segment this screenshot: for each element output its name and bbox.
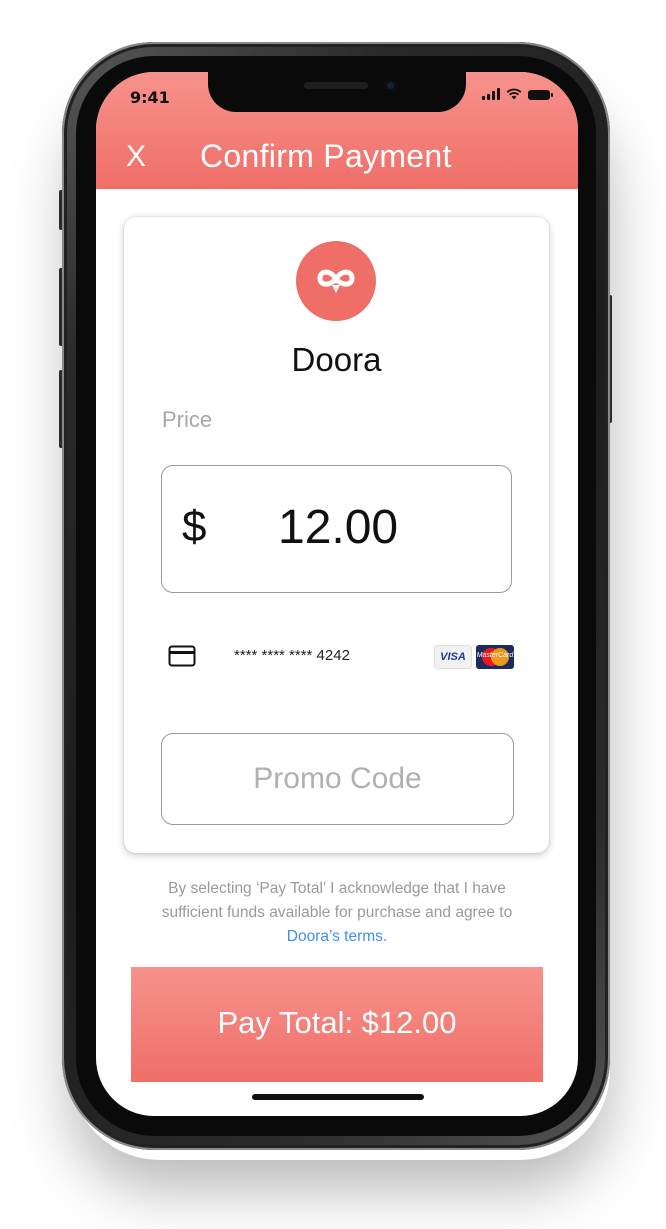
speaker-grille bbox=[304, 82, 368, 89]
price-label: Price bbox=[162, 407, 213, 432]
visa-logo: VISA bbox=[434, 645, 472, 669]
battery-icon bbox=[528, 90, 553, 100]
credit-card-icon bbox=[168, 645, 196, 667]
card-number: **** **** **** 4242 bbox=[234, 647, 350, 664]
merchant-name: Doora bbox=[291, 341, 382, 378]
currency-symbol: $ bbox=[182, 502, 207, 551]
signal-icon bbox=[482, 88, 500, 100]
close-button[interactable]: X bbox=[126, 140, 146, 174]
disclaimer-body: By selecting ‘Pay Total’ I acknowledge t… bbox=[161, 880, 513, 921]
home-indicator[interactable] bbox=[252, 1094, 424, 1100]
page-title: Confirm Payment bbox=[200, 138, 452, 174]
status-time: 9:41 bbox=[130, 88, 170, 107]
price-amount: 12.00 bbox=[278, 501, 399, 554]
notch bbox=[208, 72, 466, 112]
payment-card: Doora Price $ 12.00 **** **** **** 4242 … bbox=[124, 217, 549, 853]
status-icons bbox=[482, 88, 553, 100]
header-bar: 9:41 X Confirm Payment bbox=[96, 72, 578, 189]
phone-screen: 9:41 X Confirm Payment Doora Price $ 12.… bbox=[96, 72, 578, 1116]
wifi-icon bbox=[506, 88, 522, 100]
payment-method-row[interactable]: **** **** **** 4242 VISA MasterCard bbox=[124, 637, 549, 677]
pay-total-button[interactable]: Pay Total: $12.00 bbox=[131, 967, 543, 1082]
infinity-icon bbox=[317, 269, 355, 293]
disclaimer-text: By selecting ‘Pay Total’ I acknowledge t… bbox=[136, 877, 538, 949]
merchant-logo bbox=[296, 241, 376, 321]
price-field[interactable]: $ 12.00 bbox=[161, 465, 512, 593]
front-camera bbox=[384, 79, 397, 92]
mastercard-logo: MasterCard bbox=[476, 645, 514, 669]
terms-link[interactable]: Doora’s terms. bbox=[287, 928, 388, 945]
mockup-stage: 9:41 X Confirm Payment Doora Price $ 12.… bbox=[0, 0, 666, 1229]
promo-code-input[interactable] bbox=[161, 733, 514, 825]
